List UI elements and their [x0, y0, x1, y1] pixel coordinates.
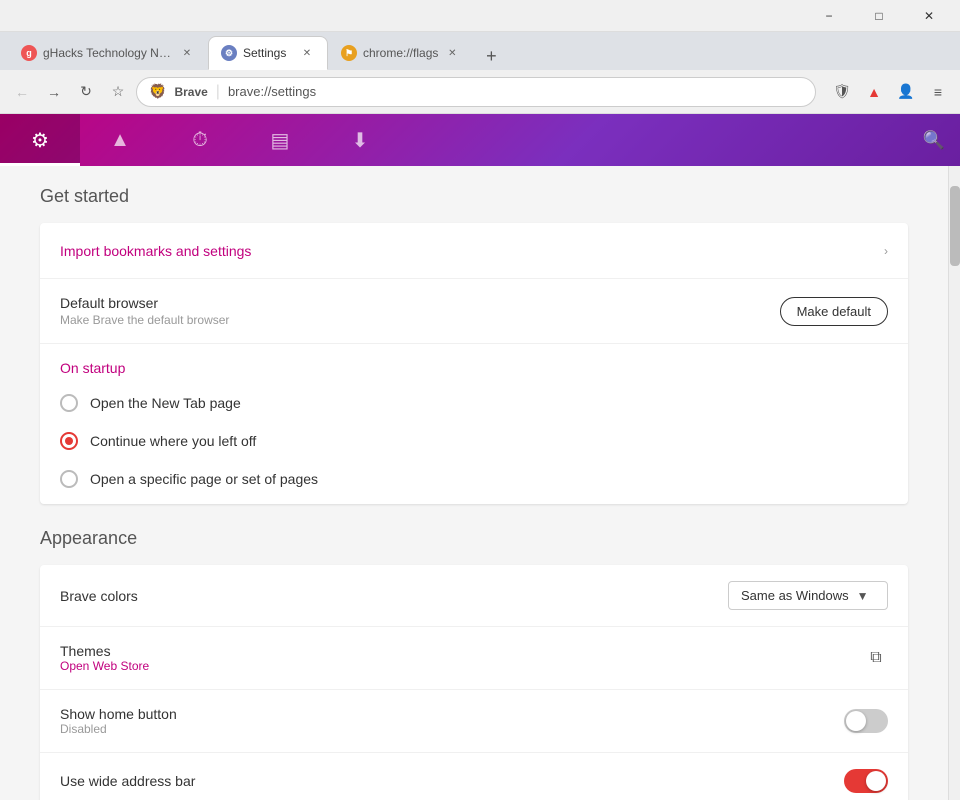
themes-label: Themes Open Web Store: [60, 643, 864, 673]
tab-close-settings[interactable]: ✕: [299, 45, 315, 61]
toolbar-search-icon[interactable]: 🔍: [908, 114, 960, 166]
themes-row: Themes Open Web Store ⧉: [40, 627, 908, 690]
address-separator: |: [216, 83, 220, 101]
default-browser-sub: Make Brave the default browser: [60, 313, 780, 327]
show-home-button-sub: Disabled: [60, 722, 844, 736]
address-url[interactable]: brave://settings: [228, 84, 803, 99]
themes-title: Themes: [60, 643, 864, 659]
show-home-button-label: Show home button Disabled: [60, 706, 844, 736]
toolbar-tab-bookmarks[interactable]: ▤: [240, 114, 320, 166]
on-startup-section: On startup Open the New Tab page Continu…: [40, 344, 908, 504]
tab-title-settings: Settings: [243, 46, 293, 60]
brave-colors-label: Brave colors: [60, 588, 728, 604]
scrollbar-track[interactable]: [948, 166, 960, 800]
tab-favicon-settings: ⚙: [221, 45, 237, 61]
startup-option-specific[interactable]: Open a specific page or set of pages: [40, 460, 908, 504]
startup-radio-specific[interactable]: [60, 470, 78, 488]
wide-address-bar-row: Use wide address bar: [40, 753, 908, 800]
dropdown-arrow-icon: ▼: [857, 589, 869, 603]
bookmark-button[interactable]: ☆: [104, 78, 132, 106]
menu-icon[interactable]: ≡: [924, 78, 952, 106]
appearance-card: Brave colors Same as Windows ▼ Themes Op…: [40, 565, 908, 800]
appearance-title: Appearance: [40, 528, 908, 549]
tab-flags[interactable]: ⚑ chrome://flags ✕: [328, 36, 473, 70]
back-button[interactable]: ←: [8, 78, 36, 106]
brave-rewards-icon[interactable]: 🛡: [828, 78, 856, 106]
address-brand: Brave: [174, 85, 207, 99]
startup-radio-new-tab[interactable]: [60, 394, 78, 412]
tab-close-ghacks[interactable]: ✕: [179, 45, 195, 61]
main-content: Get started Import bookmarks and setting…: [0, 166, 960, 800]
toolbar-tab-shields[interactable]: ▲: [80, 114, 160, 166]
external-link-icon[interactable]: ⧉: [864, 646, 888, 670]
window-controls: − □ ✕: [806, 0, 952, 32]
startup-option-continue[interactable]: Continue where you left off: [40, 422, 908, 460]
import-chevron-icon: ›: [884, 244, 888, 258]
reload-button[interactable]: ↻: [72, 78, 100, 106]
tab-title-ghacks: gHacks Technology News: [43, 46, 173, 60]
address-right-icons: 🛡 ▲ 👤 ≡: [828, 78, 952, 106]
get-started-title: Get started: [40, 186, 908, 207]
title-bar: − □ ✕: [0, 0, 960, 32]
wide-address-bar-title: Use wide address bar: [60, 773, 844, 789]
brave-colors-dropdown[interactable]: Same as Windows ▼: [728, 581, 888, 610]
get-started-card: Import bookmarks and settings › Default …: [40, 223, 908, 504]
tab-ghacks[interactable]: g gHacks Technology News ✕: [8, 36, 208, 70]
scrollbar-thumb[interactable]: [950, 186, 960, 266]
make-default-button[interactable]: Make default: [780, 297, 888, 326]
startup-label-continue: Continue where you left off: [90, 433, 256, 449]
startup-option-new-tab[interactable]: Open the New Tab page: [40, 384, 908, 422]
brave-toolbar: ⚙ ▲ ⏱ ▤ ⬇ 🔍: [0, 114, 960, 166]
profile-icon[interactable]: 👤: [892, 78, 920, 106]
open-web-store-link[interactable]: Open Web Store: [60, 659, 864, 673]
toolbar-tab-downloads[interactable]: ⬇: [320, 114, 400, 166]
brave-alert-icon[interactable]: ▲: [860, 78, 888, 106]
startup-label-specific: Open a specific page or set of pages: [90, 471, 318, 487]
import-bookmarks-row[interactable]: Import bookmarks and settings ›: [40, 223, 908, 279]
settings-content: Get started Import bookmarks and setting…: [0, 166, 948, 800]
address-input-wrap[interactable]: 🦁 Brave | brave://settings: [136, 77, 816, 107]
default-browser-title: Default browser: [60, 295, 780, 311]
toolbar-tab-history[interactable]: ⏱: [160, 114, 240, 166]
brave-colors-value: Same as Windows: [741, 588, 849, 603]
brave-shield-icon: 🦁: [149, 83, 166, 100]
tab-close-flags[interactable]: ✕: [444, 45, 460, 61]
show-home-button-toggle[interactable]: [844, 709, 888, 733]
startup-label-new-tab: Open the New Tab page: [90, 395, 241, 411]
startup-radio-continue[interactable]: [60, 432, 78, 450]
new-tab-button[interactable]: +: [477, 42, 505, 70]
minimize-button[interactable]: −: [806, 0, 852, 32]
tab-settings[interactable]: ⚙ Settings ✕: [208, 36, 328, 70]
wide-address-bar-label: Use wide address bar: [60, 773, 844, 789]
wide-address-bar-toggle[interactable]: [844, 769, 888, 793]
tab-favicon-flags: ⚑: [341, 45, 357, 61]
forward-button[interactable]: →: [40, 78, 68, 106]
tab-favicon-ghacks: g: [21, 45, 37, 61]
show-home-button-row: Show home button Disabled: [40, 690, 908, 753]
import-bookmarks-link[interactable]: Import bookmarks and settings: [60, 243, 884, 259]
close-button[interactable]: ✕: [906, 0, 952, 32]
maximize-button[interactable]: □: [856, 0, 902, 32]
default-browser-row: Default browser Make Brave the default b…: [40, 279, 908, 344]
default-browser-label: Default browser Make Brave the default b…: [60, 295, 780, 327]
toolbar-tab-settings[interactable]: ⚙: [0, 114, 80, 166]
tab-title-flags: chrome://flags: [363, 46, 438, 60]
brave-colors-row: Brave colors Same as Windows ▼: [40, 565, 908, 627]
on-startup-title: On startup: [40, 344, 908, 384]
show-home-button-title: Show home button: [60, 706, 844, 722]
address-bar-row: ← → ↻ ☆ 🦁 Brave | brave://settings 🛡 ▲ 👤…: [0, 70, 960, 114]
tab-bar: g gHacks Technology News ✕ ⚙ Settings ✕ …: [0, 32, 960, 70]
